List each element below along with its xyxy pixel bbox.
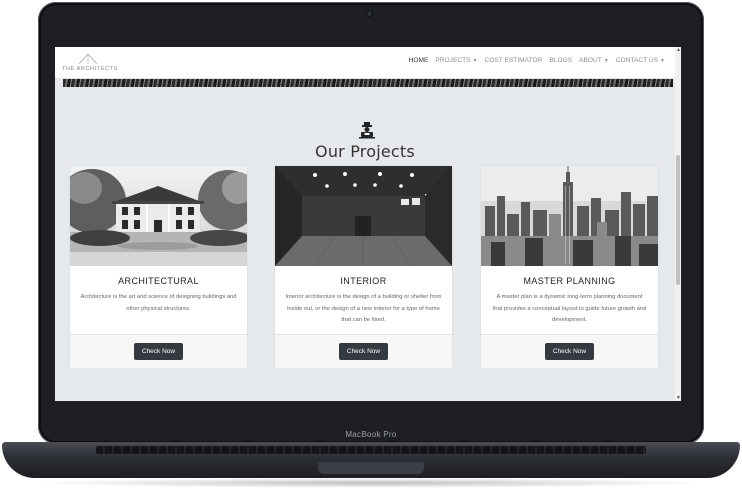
main-nav: HOME PROJECTS ▼ COST ESTIMATOR BLOGS ABOU… [409,57,665,64]
check-now-button[interactable]: Check Now [134,343,183,360]
check-now-button[interactable]: Check Now [339,343,388,360]
nav-label: HOME [408,57,429,64]
navbar: THE ARCHITECTS HOME PROJECTS ▼ COST ESTIM… [55,47,675,79]
nav-item-blogs[interactable]: BLOGS [549,57,572,64]
project-card-master-planning: MASTER PLANNING A master plan is a dynam… [481,166,658,368]
logo-text: THE ARCHITECTS [62,66,118,72]
hero-banner-bottom-edge [63,79,673,87]
check-now-button[interactable]: Check Now [545,343,594,360]
page-scrollbar[interactable]: ▲ ▼ [675,47,681,401]
site-logo[interactable]: THE ARCHITECTS [62,53,117,73]
scrollbar-thumb[interactable] [676,155,680,285]
architect-icon [358,121,376,139]
nav-item-projects[interactable]: PROJECTS ▼ [435,57,477,64]
card-footer: Check Now [481,334,658,368]
project-card-interior: INTERIOR Interior architecture is the de… [275,166,452,368]
card-title: INTERIOR [340,276,387,286]
webcam-icon [367,11,372,16]
section-title: Our Projects [315,142,415,161]
card-description: Interior architecture is the design of a… [285,294,442,323]
caret-down-icon: ▼ [603,58,609,64]
nav-label: PROJECTS [435,57,471,64]
caret-down-icon: ▼ [660,58,665,64]
scroll-up-icon[interactable]: ▲ [676,48,681,53]
nav-item-cost-estimator[interactable]: COST ESTIMATOR [484,57,542,64]
card-title: ARCHITECTURAL [118,276,199,286]
card-title: MASTER PLANNING [523,276,616,286]
laptop-keyboard [96,446,646,454]
nav-label: ABOUT [579,57,602,64]
nav-item-about[interactable]: ABOUT ▼ [579,57,609,64]
laptop-brand-label: MacBook Pro [345,430,397,439]
card-footer: Check Now [275,334,452,368]
card-description: A master plan is a dynamic long-term pla… [492,294,647,323]
laptop-trackpad [318,462,424,474]
scroll-down-icon[interactable]: ▼ [676,396,681,401]
city-skyline-photo [481,166,658,266]
laptop-shadow [30,478,712,488]
nav-label: CONTACT US [615,57,659,64]
card-description: Architecture is the art and science of d… [80,294,237,312]
browser-viewport: THE ARCHITECTS HOME PROJECTS ▼ COST ESTIM… [55,47,680,401]
mansion-photo [70,166,247,266]
roof-logo-icon [78,53,98,65]
nav-item-contact-us[interactable]: CONTACT US ▼ [616,57,665,64]
card-footer: Check Now [70,334,247,368]
interior-hall-photo [275,166,452,266]
nav-label: BLOGS [549,57,573,64]
caret-down-icon: ▼ [472,58,478,64]
nav-item-home[interactable]: HOME [409,57,429,64]
nav-label: COST ESTIMATOR [484,57,543,64]
project-card-architectural: ARCHITECTURAL Architecture is the art an… [70,166,247,368]
